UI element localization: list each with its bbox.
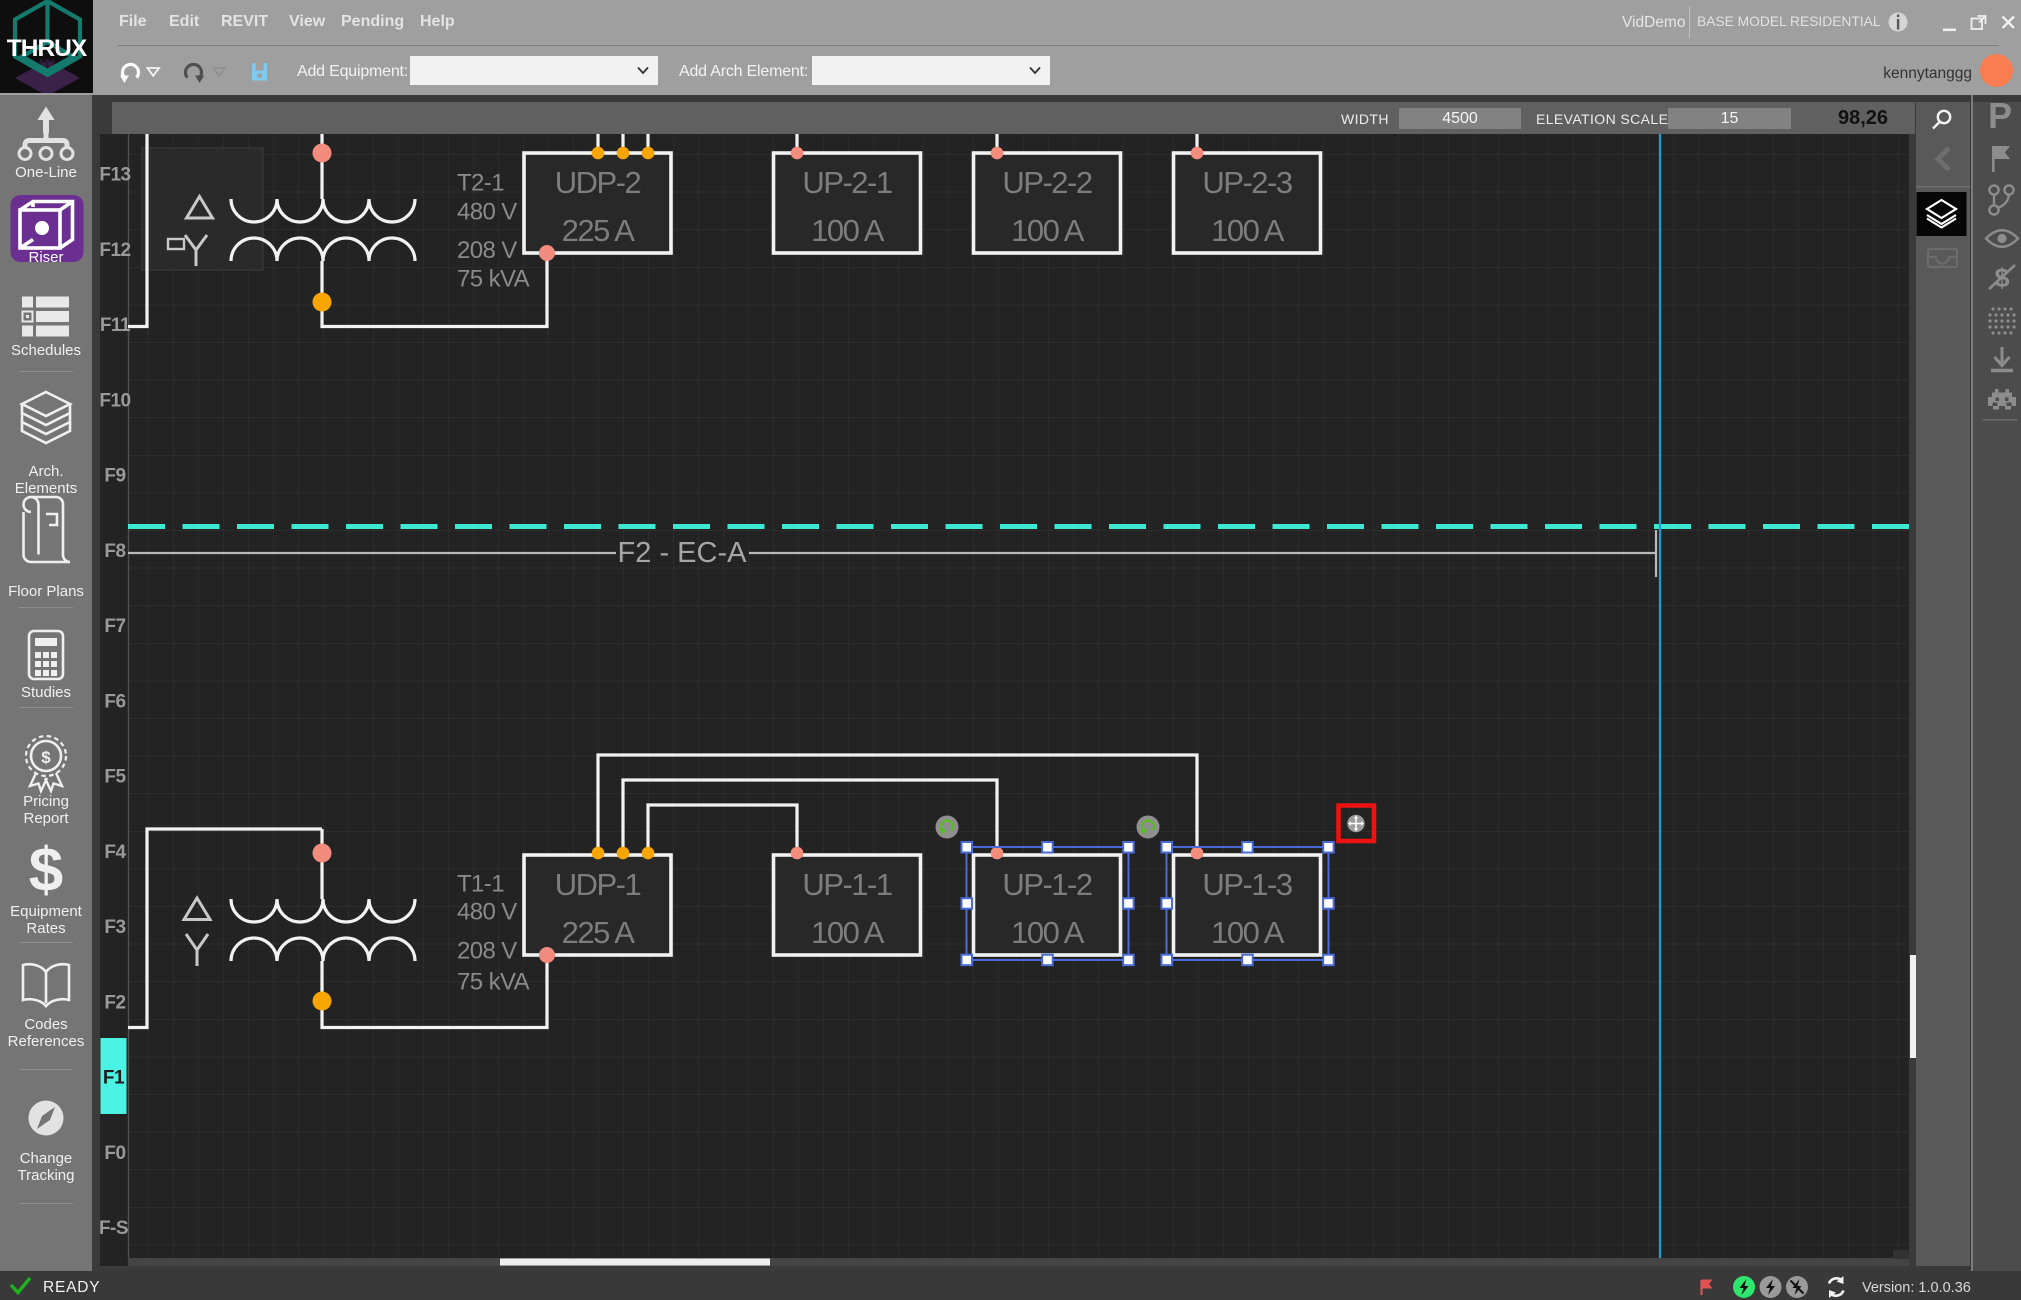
svg-text:208 V: 208 V <box>457 237 517 264</box>
svg-text:75 kVA: 75 kVA <box>457 266 530 293</box>
svg-text:$: $ <box>41 748 51 767</box>
svg-text:UP-2-3: UP-2-3 <box>1202 165 1291 200</box>
svg-text:READY: READY <box>43 1279 100 1296</box>
svg-text:P: P <box>1988 102 2012 136</box>
svg-text:F5: F5 <box>104 767 126 788</box>
svg-text:F10: F10 <box>100 390 131 411</box>
svg-text:100 A: 100 A <box>811 915 885 950</box>
svg-text:F-S: F-S <box>100 1218 128 1239</box>
svg-text:75 kVA: 75 kVA <box>457 969 530 996</box>
svg-text:UP-1-1: UP-1-1 <box>802 867 891 902</box>
svg-text:F9: F9 <box>104 466 125 487</box>
svg-text:Version: 1.0.0.36: Version: 1.0.0.36 <box>1862 1280 1971 1296</box>
svg-text:100 A: 100 A <box>1011 915 1085 950</box>
svg-text:F7: F7 <box>104 616 125 637</box>
svg-text:225 A: 225 A <box>562 915 636 950</box>
svg-text:F1: F1 <box>103 1068 125 1089</box>
svg-text:100 A: 100 A <box>1011 213 1085 248</box>
svg-text:UDP-2: UDP-2 <box>555 165 641 200</box>
svg-text:F11: F11 <box>100 315 131 336</box>
svg-text:F0: F0 <box>104 1143 125 1164</box>
svg-text:$: $ <box>29 836 63 905</box>
svg-text:F4: F4 <box>104 842 126 863</box>
svg-text:UDP-1: UDP-1 <box>555 867 641 902</box>
svg-text:THRUX: THRUX <box>7 35 88 62</box>
svg-text:100 A: 100 A <box>1211 915 1285 950</box>
svg-text:UP-2-2: UP-2-2 <box>1002 165 1091 200</box>
svg-text:225 A: 225 A <box>562 213 636 248</box>
svg-text:100 A: 100 A <box>1211 213 1285 248</box>
svg-text:208 V: 208 V <box>457 938 517 965</box>
svg-text:T2-1: T2-1 <box>457 170 504 197</box>
svg-text:480 V: 480 V <box>457 899 517 926</box>
svg-text:100 A: 100 A <box>811 213 885 248</box>
svg-text:F12: F12 <box>100 240 131 261</box>
svg-text:F2 - EC-A: F2 - EC-A <box>618 537 748 569</box>
svg-text:F2: F2 <box>104 992 125 1013</box>
svg-text:F6: F6 <box>104 691 125 712</box>
svg-text:UP-1-3: UP-1-3 <box>1202 867 1291 902</box>
svg-text:F3: F3 <box>104 917 125 938</box>
svg-text:F8: F8 <box>104 541 125 562</box>
svg-text:T1-1: T1-1 <box>457 871 504 898</box>
svg-text:UP-1-2: UP-1-2 <box>1002 867 1091 902</box>
svg-text:UP-2-1: UP-2-1 <box>802 165 891 200</box>
svg-text:480 V: 480 V <box>457 199 517 226</box>
svg-text:F13: F13 <box>100 165 131 186</box>
